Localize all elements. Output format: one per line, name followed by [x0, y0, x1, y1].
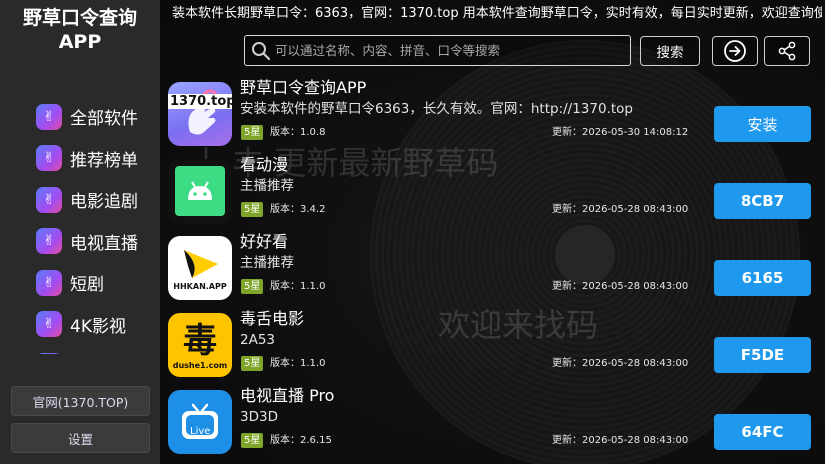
- sidebar-item-label: 电影追剧: [70, 192, 138, 213]
- list-item[interactable]: 1370.top 野草口令查询APP 安装本软件的野草口令6363，长久有效。官…: [160, 78, 825, 148]
- list-item[interactable]: 看动漫 主播推荐 5星 版本：3.4.2 更新：2026-05-28 08:43…: [160, 155, 825, 225]
- list-item[interactable]: HHKAN.APP 好好看 主播推荐 5星 版本：1.1.0 更新：2026-0…: [160, 232, 825, 302]
- official-site-button[interactable]: 官网(1370.TOP): [11, 386, 150, 416]
- install-button[interactable]: 安装: [714, 106, 811, 142]
- code-button[interactable]: 8CB7: [714, 183, 811, 219]
- app-icon-text: HHKAN.APP: [173, 281, 227, 291]
- sidebar-item-label: 电视直播: [70, 233, 138, 254]
- app-version: 版本：3.4.2: [270, 204, 326, 215]
- tv-icon: [182, 403, 218, 439]
- app-icon-yecao: 1370.top: [168, 82, 232, 146]
- android-icon: [188, 181, 212, 200]
- main-panel: 十 丰 更新最新野草码 欢迎来找码 装本软件长期野草口令：6363，官网：137…: [160, 0, 825, 464]
- app-title-line1: 野草口令查询: [22, 7, 137, 29]
- hand-icon: ✌: [36, 228, 62, 255]
- search-input[interactable]: [275, 43, 615, 58]
- sidebar-item-label: 推荐榜单: [70, 150, 138, 171]
- sidebar-item-label: 4K影视: [70, 316, 126, 337]
- app-icon-text: Live: [190, 426, 211, 437]
- app-icon-kandongman: [168, 159, 232, 223]
- rating-badge: 5星: [241, 433, 264, 448]
- rating-badge: 5星: [241, 356, 264, 371]
- search-button[interactable]: 搜索: [640, 36, 700, 66]
- sidebar-item-label: 全部软件: [70, 109, 138, 130]
- go-button[interactable]: [712, 36, 758, 66]
- play-logo-icon: [184, 249, 218, 278]
- hand-icon: [188, 89, 219, 135]
- sidebar-item-live-tv[interactable]: ✌ 电视直播: [0, 221, 160, 263]
- list-item[interactable]: 毒 dushe1.com 毒舌电影 2A53 5星 版本：1.1.0 更新：20…: [160, 309, 825, 379]
- rating-badge: 5星: [241, 202, 264, 217]
- sidebar: 野草口令查询 APP ✌ 全部软件 ✌ 推荐榜单 ✌ 电影追剧 ✌ 电视直播 ✌…: [0, 0, 160, 464]
- sidebar-item-label: 短剧: [70, 275, 104, 296]
- sidebar-item-short-drama[interactable]: ✌ 短剧: [0, 262, 160, 304]
- app-icon-text: dushe1.com: [172, 360, 228, 370]
- sidebar-item-all-software[interactable]: ✌ 全部软件: [0, 96, 160, 138]
- share-button[interactable]: [764, 36, 810, 66]
- app-updated: 更新：2026-05-28 08:43:00: [552, 435, 689, 446]
- sidebar-item-partial[interactable]: ✌: [0, 345, 160, 354]
- announcement-marquee: 装本软件长期野草口令：6363，官网：1370.top 用本软件查询野草口令，实…: [172, 6, 822, 21]
- sidebar-item-4k[interactable]: ✌ 4K影视: [0, 304, 160, 346]
- hand-icon: ✌: [36, 103, 62, 130]
- app-description: 主播推荐: [240, 255, 294, 271]
- app-name: 好好看: [240, 232, 289, 251]
- search-icon: [252, 41, 271, 60]
- sidebar-nav: ✌ 全部软件 ✌ 推荐榜单 ✌ 电影追剧 ✌ 电视直播 ✌ 短剧 ✌ 4K影视 …: [0, 96, 160, 354]
- app-updated: 更新：2026-05-30 14:08:12: [552, 127, 689, 138]
- app-icon-dushe: 毒 dushe1.com: [168, 313, 232, 377]
- share-icon: [778, 41, 796, 61]
- app-title-line2: APP: [58, 31, 102, 53]
- app-updated: 更新：2026-05-28 08:43:00: [552, 281, 689, 292]
- app-description: 2A53: [240, 332, 276, 348]
- hand-icon: ✌: [36, 186, 62, 213]
- app-description: 3D3D: [240, 409, 278, 425]
- sidebar-item-movies[interactable]: ✌ 电影追剧: [0, 179, 160, 221]
- hand-icon: ✌: [36, 352, 62, 354]
- app-description: 主播推荐: [240, 178, 294, 194]
- app-version: 版本：1.1.0: [270, 358, 326, 369]
- app-version: 版本：2.6.15: [270, 435, 332, 446]
- app-name: 电视直播 Pro: [240, 386, 335, 405]
- app-icon-text: 1370.top: [168, 94, 232, 109]
- arrow-right-circle-icon: [724, 40, 746, 62]
- sidebar-item-recommended[interactable]: ✌ 推荐榜单: [0, 138, 160, 180]
- hand-icon: ✌: [36, 311, 62, 338]
- code-button[interactable]: 6165: [714, 260, 811, 296]
- app-icon-live-tv: Live: [168, 390, 232, 454]
- search-box[interactable]: [244, 35, 631, 66]
- app-updated: 更新：2026-05-28 08:43:00: [552, 358, 689, 369]
- app-name: 毒舌电影: [240, 309, 305, 328]
- app-updated: 更新：2026-05-28 08:43:00: [552, 204, 689, 215]
- app-name: 野草口令查询APP: [240, 78, 367, 97]
- code-button[interactable]: 64FC: [714, 414, 811, 450]
- code-button[interactable]: F5DE: [714, 337, 811, 373]
- app-version: 版本：1.0.8: [270, 127, 326, 138]
- rating-badge: 5星: [241, 125, 264, 140]
- hand-icon: ✌: [36, 269, 62, 296]
- app-version: 版本：1.1.0: [270, 281, 326, 292]
- dushe-logo-icon: 毒: [183, 320, 217, 361]
- app-description: 安装本软件的野草口令6363，长久有效。官网：http://1370.top: [240, 101, 633, 117]
- app-icon-haohaokan: HHKAN.APP: [168, 236, 232, 300]
- app-name: 看动漫: [240, 155, 289, 174]
- hand-icon: ✌: [36, 145, 62, 172]
- settings-button[interactable]: 设置: [11, 423, 150, 453]
- list-item[interactable]: Live 电视直播 Pro 3D3D 5星 版本：2.6.15 更新：2026-…: [160, 386, 825, 456]
- rating-badge: 5星: [241, 279, 264, 294]
- app-title: 野草口令查询 APP: [0, 6, 160, 54]
